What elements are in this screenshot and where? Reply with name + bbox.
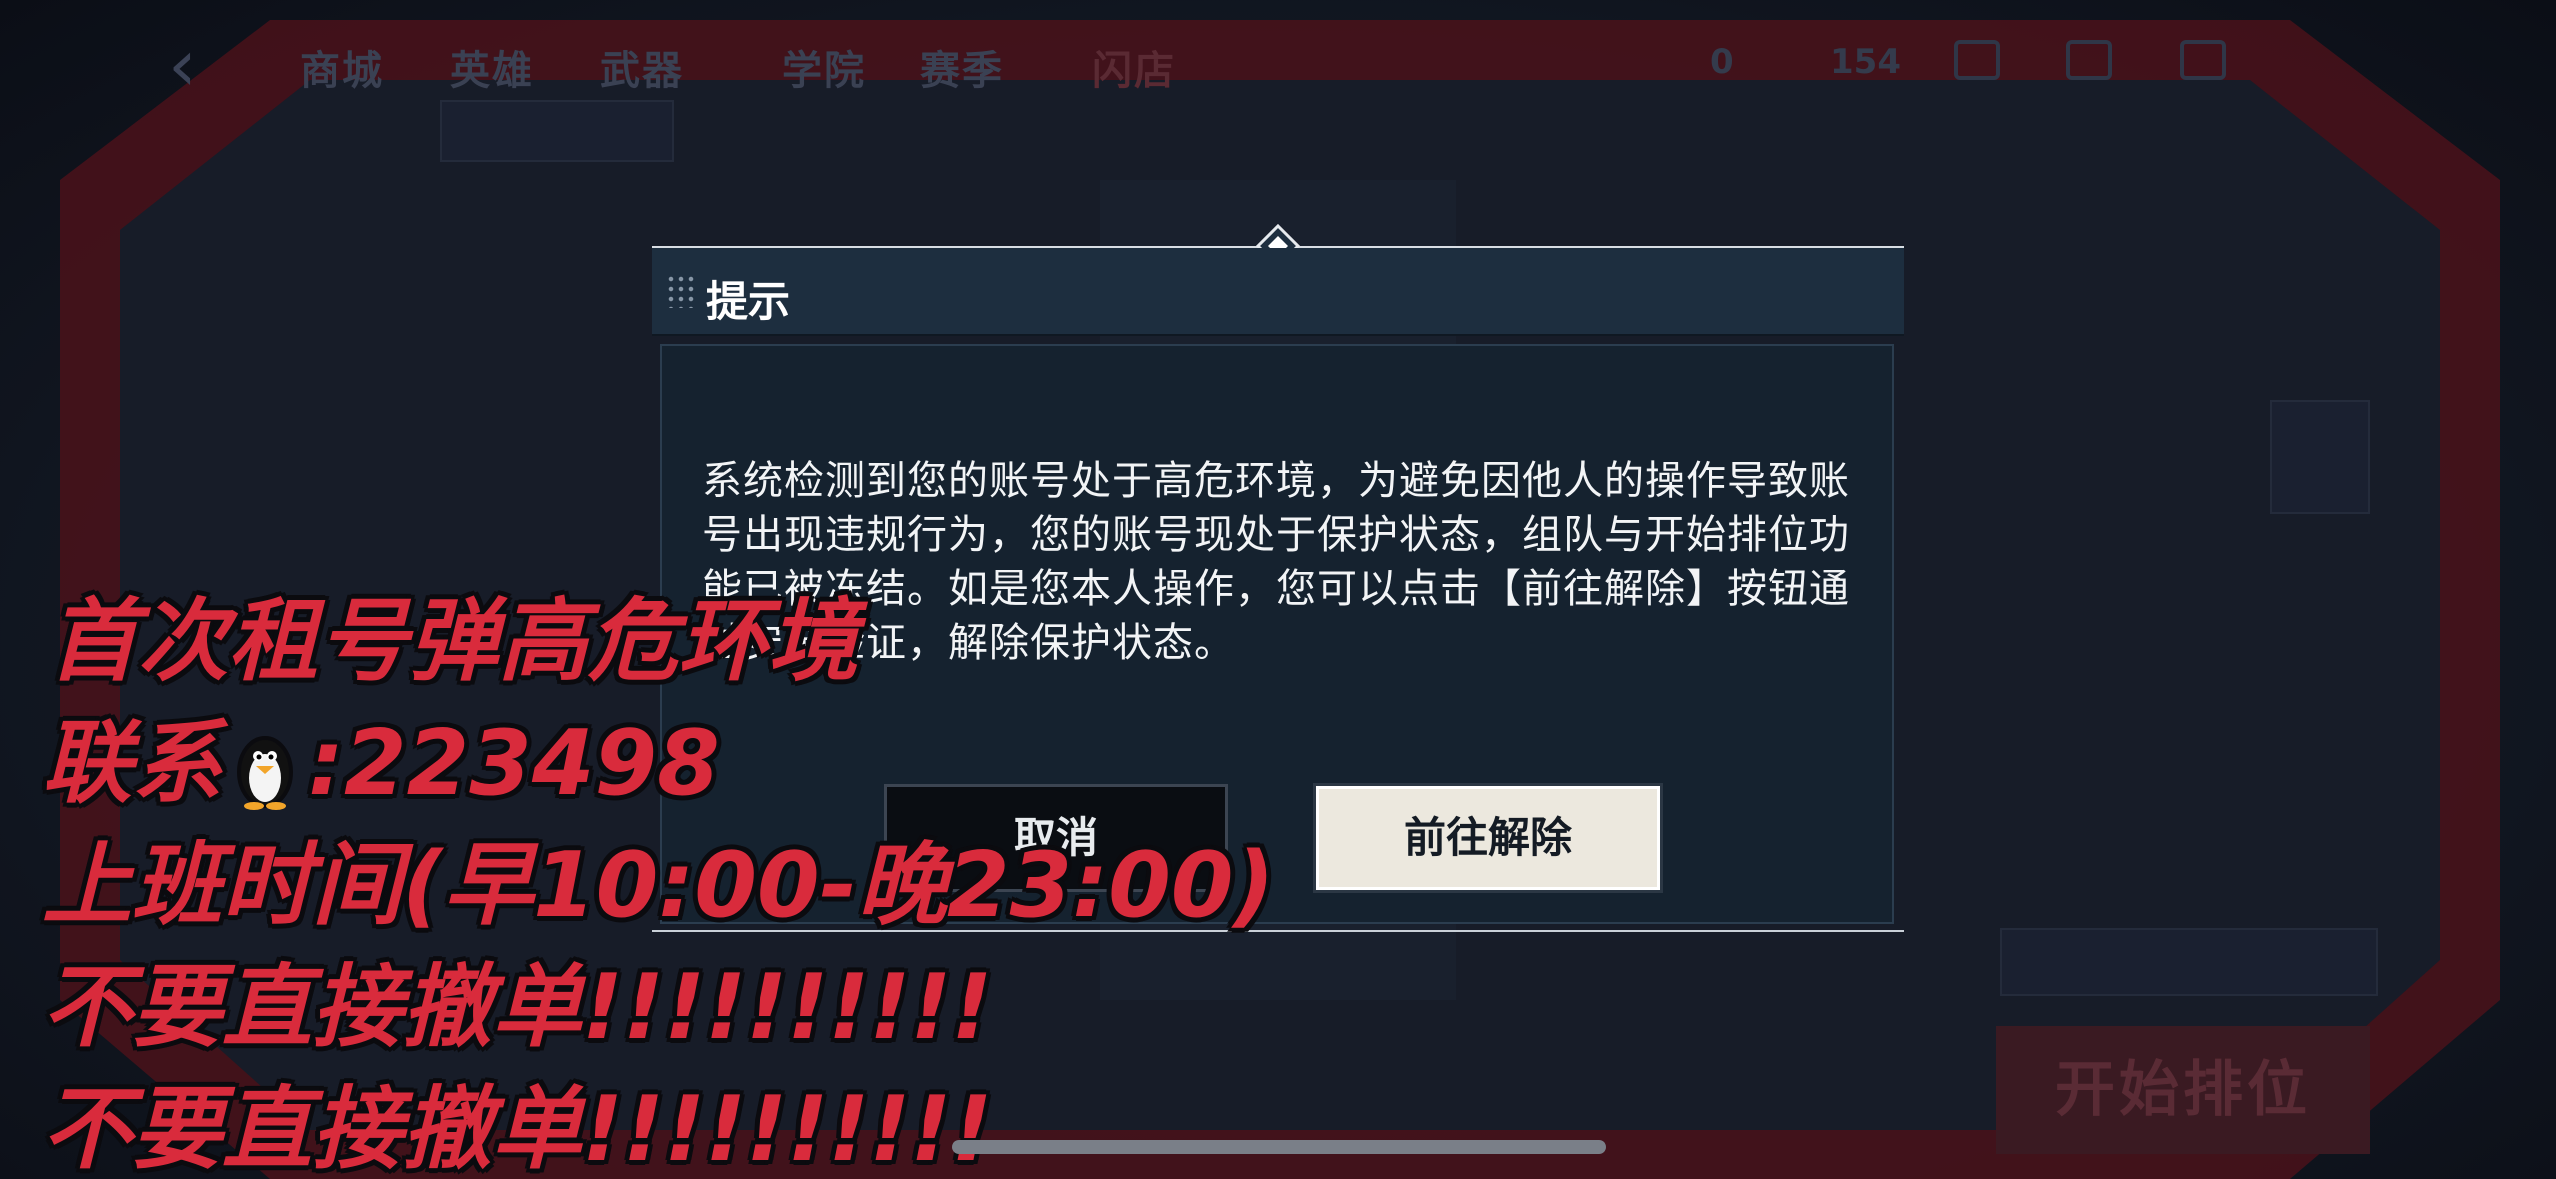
promo-contact-number: :223498	[308, 711, 720, 816]
avatar[interactable]	[2270, 400, 2370, 514]
ranking-icon[interactable]	[1954, 40, 2000, 80]
grip-dots-icon	[666, 274, 696, 308]
game-screen: ‹ 商城 英雄 武器 学院 赛季 闪店 0 154 开始排位 提示 系统检测到您…	[0, 0, 2556, 1179]
dialog-header: 提示	[652, 248, 1904, 336]
promo-line-4: 不要直接撤单!!!!!!!!!!	[42, 955, 993, 1060]
penguin-icon	[237, 736, 293, 811]
rank-progress-panel[interactable]	[440, 100, 674, 162]
home-indicator[interactable]	[952, 1140, 1606, 1154]
promo-line-3: 上班时间(早10:00-晚23:00)	[42, 833, 1275, 938]
online-count: 154	[1830, 42, 1901, 82]
mail-icon[interactable]	[2066, 40, 2112, 80]
promo-contact-label: 联系	[42, 711, 222, 816]
dialog-message: 系统检测到您的账号处于高危环境，为避免因他人的操作导致账号出现违规行为，您的账号…	[702, 458, 1850, 666]
back-icon[interactable]: ‹	[168, 29, 228, 101]
tab-heroes[interactable]: 英雄	[450, 38, 534, 96]
promo-line-5: 不要直接撤单!!!!!!!!!!	[42, 1077, 993, 1179]
dialog-title: 提示	[706, 277, 791, 326]
tab-season[interactable]: 赛季	[920, 38, 1004, 96]
promo-line-1: 首次租号弹高危环境	[48, 589, 858, 694]
unlock-button[interactable]: 前往解除	[1313, 783, 1663, 893]
tab-weapons[interactable]: 武器	[600, 38, 684, 96]
promo-line-2: 联系 :223498	[42, 690, 720, 820]
start-ranked-button[interactable]: 开始排位	[1996, 1026, 2370, 1154]
tab-shop[interactable]: 商城	[300, 38, 384, 96]
friends-count: 0	[1710, 42, 1734, 82]
tab-flash-shop[interactable]: 闪店	[1092, 38, 1176, 96]
tab-academy[interactable]: 学院	[782, 38, 866, 96]
mode-selector[interactable]	[2000, 928, 2378, 996]
menu-icon[interactable]	[2180, 40, 2226, 80]
